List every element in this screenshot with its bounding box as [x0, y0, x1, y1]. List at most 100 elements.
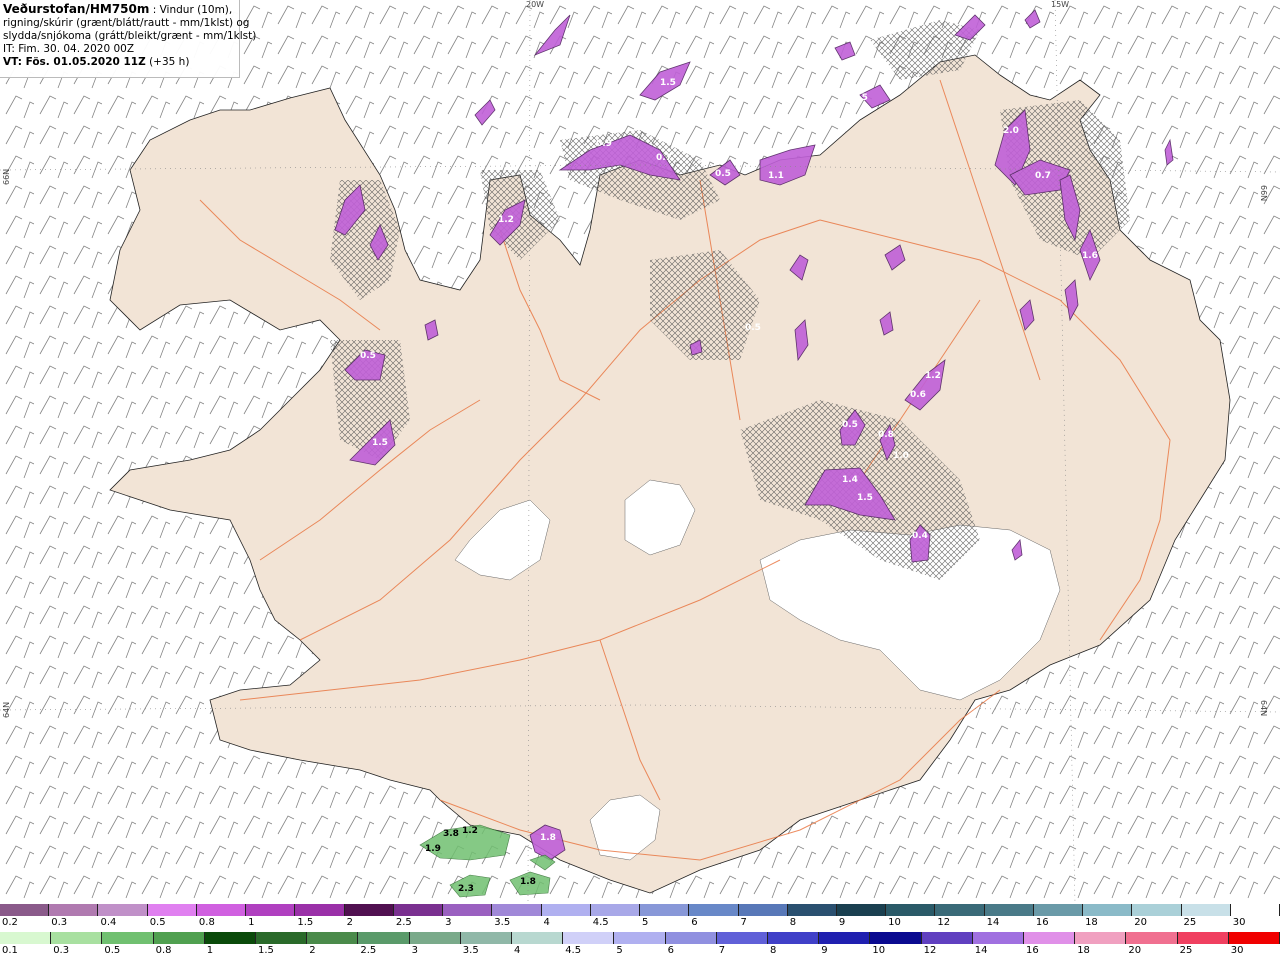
scale-label: 1.5: [297, 917, 314, 928]
precip-label: 0.9: [596, 139, 612, 149]
scale-swatch: [1126, 932, 1178, 944]
scale-swatch: [984, 904, 1034, 916]
scale-label: 25: [1179, 945, 1193, 956]
scale-label: 0.8: [155, 945, 172, 956]
precip-label: 3.8: [443, 829, 459, 839]
scale-swatch: [563, 932, 615, 944]
scale-label: 2: [346, 917, 353, 928]
iceland-precip-map: 0.9 0.7 1.5 1.2 0.5 1.5 1.0 0.5 0.8 1.4 …: [0, 0, 1280, 904]
scale-label: 3: [445, 917, 452, 928]
desc-line-1: : Vindur (10m),: [152, 4, 233, 16]
scale-swatch: [153, 932, 205, 944]
precip-label: 0.5: [715, 169, 731, 179]
issue-time: IT: Fim. 30. 04. 2020 00Z: [3, 43, 135, 55]
precip-label: 0.5: [852, 93, 868, 103]
scale-label: 5: [642, 917, 649, 928]
scale-swatch: [1024, 932, 1076, 944]
scale-swatch: [541, 904, 591, 916]
scale-label: 25: [1183, 917, 1197, 928]
precip-label: 0.5: [745, 323, 761, 333]
scale-swatch: [1132, 904, 1182, 916]
scale-label: 18: [1077, 945, 1090, 956]
scale-swatch: [0, 932, 52, 944]
precip-label: 1.2: [498, 215, 514, 225]
precip-label: 0.7: [1035, 171, 1051, 181]
scale-swatch: [1033, 904, 1084, 916]
scale-label: 0.8: [198, 917, 215, 928]
scale-label: 18: [1085, 917, 1098, 928]
scale-label: 14: [974, 945, 988, 956]
precip-label: 0.8: [878, 430, 894, 440]
scale-swatch: [819, 932, 871, 944]
precip-label: 0.5: [842, 420, 858, 430]
scale-label: 16: [1026, 945, 1039, 956]
scale-swatch: [886, 904, 936, 916]
scale-swatch: [393, 904, 444, 916]
scale-label: 12: [923, 945, 937, 956]
lon-label-15w: 15W: [1051, 0, 1070, 9]
scale-label: 1: [248, 917, 255, 928]
scale-swatch: [716, 932, 769, 944]
scale-swatch: [590, 904, 641, 916]
precip-label: 0.4: [912, 531, 928, 541]
precip-label: 1.4: [842, 475, 858, 485]
scale-swatch: [147, 904, 197, 916]
precip-label: 1.5: [372, 438, 388, 448]
lead-time: (+35 h): [149, 56, 190, 68]
scale-swatch: [921, 932, 973, 944]
scale-swatch: [1083, 904, 1133, 916]
scale-label: 0.3: [51, 917, 68, 928]
scale-label: 9: [821, 945, 828, 956]
scale-swatch: [246, 904, 296, 916]
rain-scale-labels: 0.1 0.3 0.5 0.8 1 1.5 2 2.5 3 3.5 4 4.5 5 6 7 8 9 10 12 14 1…: [0, 945, 1280, 959]
scale-label: 10: [888, 917, 901, 928]
scale-label: 9: [838, 917, 846, 928]
precip-label: 1.2: [462, 826, 478, 836]
scale-swatch: [614, 932, 666, 944]
lat-label-66n-right: 66N: [1259, 185, 1268, 202]
scale-swatch: [665, 932, 717, 944]
scale-label: 4.5: [592, 917, 609, 928]
scale-label: 14: [986, 917, 1000, 928]
scale-swatch: [98, 904, 148, 916]
scale-label: 2: [309, 945, 316, 956]
scale-label: 10: [872, 945, 886, 956]
precip-label: 0.5: [360, 351, 376, 361]
scale-swatch: [295, 904, 345, 916]
scale-label: 16: [1035, 917, 1049, 928]
scale-label: 3.5: [494, 917, 511, 928]
scale-swatch: [460, 932, 513, 944]
precip-label: 1.5: [660, 78, 676, 88]
snow-color-scale: [0, 904, 1280, 916]
precip-label: 1.8: [520, 877, 536, 887]
scale-swatch: [51, 932, 103, 944]
source-title: Veðurstofan/HM750m: [3, 2, 150, 16]
precip-label: 0.6: [910, 390, 926, 400]
scale-swatch: [870, 932, 922, 944]
scale-swatch: [358, 932, 410, 944]
rain-color-scale: [0, 932, 1280, 944]
scale-swatch: [492, 904, 542, 916]
scale-label: 0.5: [104, 945, 121, 956]
scale-label: 4.5: [565, 945, 582, 956]
precip-label: 1.1: [768, 171, 784, 181]
scale-label: 1: [206, 945, 214, 956]
precip-label: 1.0: [893, 451, 909, 461]
scale-swatch: [1181, 904, 1231, 916]
scale-swatch: [0, 904, 50, 916]
scale-swatch: [196, 904, 247, 916]
scale-swatch: [1230, 904, 1280, 916]
scale-swatch: [787, 904, 837, 916]
scale-label: 8: [789, 917, 797, 928]
precip-label: 1.8: [540, 833, 556, 843]
scale-label: 6: [667, 945, 674, 956]
scale-swatch: [307, 932, 359, 944]
scale-swatch: [256, 932, 308, 944]
scale-label: 2.5: [360, 945, 377, 956]
precip-label: 1.2: [925, 371, 941, 381]
scale-label: 2.5: [395, 917, 412, 928]
scale-label: 0.3: [53, 945, 70, 956]
scale-swatch: [409, 932, 461, 944]
scale-swatch: [768, 932, 820, 944]
scale-label: 0.5: [149, 917, 166, 928]
